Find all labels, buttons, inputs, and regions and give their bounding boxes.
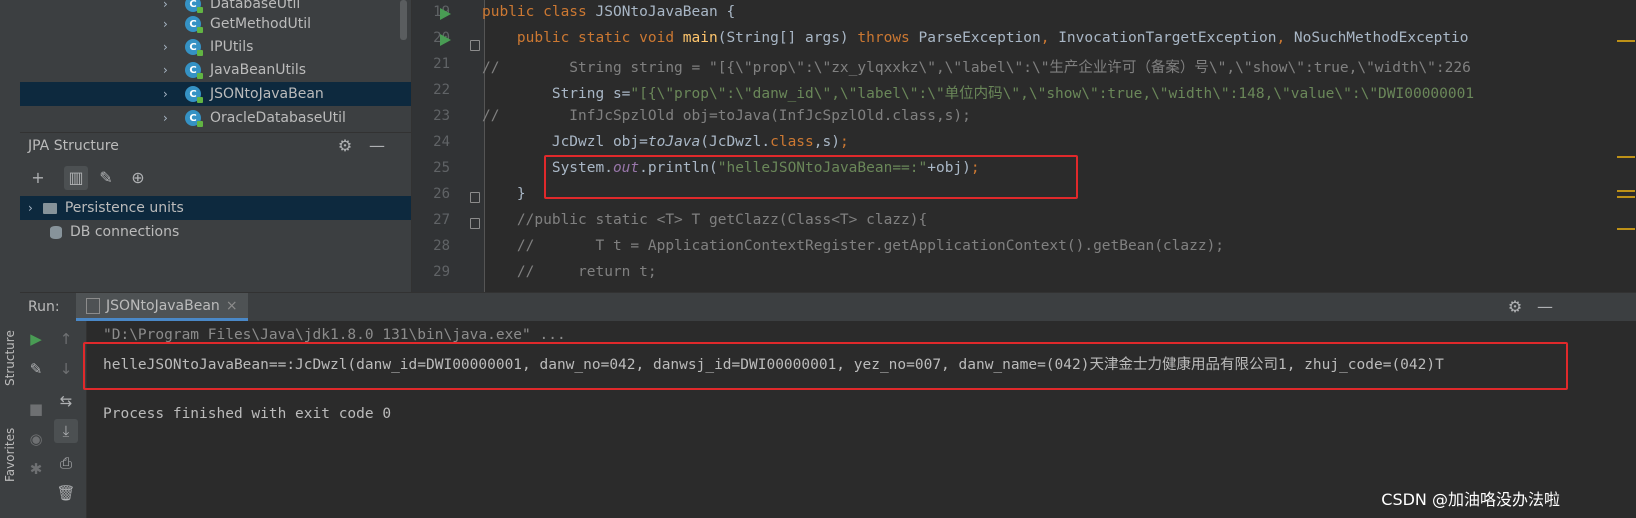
chevron-right-icon[interactable]: › [163, 0, 175, 11]
class-icon: C [185, 110, 203, 127]
stop-icon[interactable]: ■ [24, 397, 48, 421]
line-number: 21 [433, 56, 450, 72]
tree-item-label: JSONtoJavaBean [210, 86, 324, 102]
down-arrow-icon[interactable]: ↓ [54, 357, 78, 381]
wrench-icon[interactable]: ✎ [24, 357, 48, 381]
fold-icon[interactable] [470, 218, 480, 229]
line-number: 22 [433, 82, 450, 98]
debug-icon[interactable]: ✱ [24, 457, 48, 481]
chevron-right-icon[interactable]: › [163, 87, 175, 101]
minimize-icon[interactable]: — [368, 137, 386, 155]
code-line: // String string = "[{\"prop\":\"zx_ylqx… [482, 60, 1471, 76]
fold-icon[interactable] [470, 192, 480, 203]
tree-item[interactable]: › C GetMethodUtil [20, 12, 411, 36]
line-number: 29 [433, 264, 450, 280]
code-line: // InfJcSpzlOld obj=toJava(InfJcSpzlOld.… [482, 108, 971, 124]
tree-item-selected[interactable]: › C JSONtoJavaBean [20, 82, 411, 106]
chevron-right-icon[interactable]: › [163, 63, 175, 77]
run-tool-window-header: Run: JSONtoJavaBean × ⚙ — [20, 292, 1636, 322]
editor-gutter: 19 20 21 22 23 24 25 26 27 28 29 [412, 0, 485, 302]
line-number: 23 [433, 108, 450, 124]
error-stripe-marker[interactable] [1617, 228, 1635, 230]
jpa-item-persistence-units[interactable]: › Persistence units [20, 196, 411, 220]
up-arrow-icon[interactable]: ↑ [54, 327, 78, 351]
code-line: public static void main(String[] args) t… [516, 30, 1469, 46]
line-number: 25 [433, 160, 450, 176]
file-icon [86, 297, 100, 314]
error-stripe-marker[interactable] [1617, 40, 1635, 42]
run-toolbar: ▶ ↑ ✎ ↓ ■ ⇆ ⤓ ◉ ✱ ⎙ 🗑 [20, 321, 87, 518]
jpa-item-db-connections[interactable]: DB connections [20, 220, 411, 244]
code-line: } [482, 186, 526, 202]
tab-run-config[interactable]: JSONtoJavaBean × [76, 293, 248, 321]
code-editor[interactable]: 19 20 21 22 23 24 25 26 27 28 29 public … [411, 0, 1636, 302]
class-icon: C [185, 86, 203, 103]
tree-item-label: OracleDatabaseUtil [210, 110, 346, 126]
gear-icon[interactable]: ⚙ [1506, 298, 1524, 316]
chevron-right-icon[interactable]: › [163, 111, 175, 125]
tree-item-label: IPUtils [210, 39, 254, 55]
tree-item-label: JavaBeanUtils [210, 62, 307, 78]
jpa-item-label: DB connections [70, 224, 180, 240]
console-exit-line: Process finished with exit code 0 [103, 406, 392, 422]
tree-item-label: DatabaseUtil [210, 0, 301, 12]
minimize-icon[interactable]: — [1536, 298, 1554, 316]
chevron-right-icon[interactable]: › [28, 201, 33, 215]
target-icon[interactable]: ⊕ [126, 166, 150, 190]
jpa-item-label: Persistence units [64, 200, 184, 216]
print-icon[interactable]: ⎙ [54, 451, 78, 475]
jpa-structure-panel: JPA Structure ⚙ — + ▥ ✎ ⊕ › Persistence … [20, 132, 411, 303]
trash-icon[interactable]: 🗑 [54, 481, 78, 505]
code-highlight-box [544, 155, 1078, 199]
line-number: 28 [433, 238, 450, 254]
tree-item-label: GetMethodUtil [210, 16, 311, 32]
run-label: Run: [28, 299, 60, 315]
tree-item[interactable]: › C OracleDatabaseUtil [20, 106, 411, 130]
soft-wrap-icon[interactable]: ⇆ [54, 389, 78, 413]
left-tool-strip: Structure Favorites [0, 0, 21, 518]
error-stripe-marker[interactable] [1617, 190, 1635, 192]
line-number: 26 [433, 186, 450, 202]
class-icon: C [185, 0, 203, 13]
line-number: 27 [433, 212, 450, 228]
jpa-header: JPA Structure ⚙ — [20, 133, 411, 159]
close-icon[interactable]: × [226, 298, 238, 314]
scroll-to-end-icon[interactable]: ⤓ [54, 419, 78, 443]
code-line: JcDwzl obj=toJava(JcDwzl.class,s); [482, 134, 849, 150]
class-icon: C [185, 16, 203, 33]
folder-icon [42, 202, 57, 214]
rerun-icon[interactable]: ▶ [24, 327, 48, 351]
database-icon [50, 225, 62, 239]
chevron-right-icon[interactable]: › [163, 40, 175, 54]
gear-icon[interactable]: ⚙ [336, 137, 354, 155]
project-tree: › C DatabaseUtil › C GetMethodUtil › C I… [20, 0, 411, 132]
jpa-title: JPA Structure [28, 138, 119, 154]
tree-item[interactable]: › C JavaBeanUtils [20, 58, 411, 82]
error-stripe-marker[interactable] [1617, 156, 1635, 158]
code-line: //public static <T> T getClazz(Class<T> … [482, 212, 928, 228]
console-command-line: "D:\Program Files\Java\jdk1.8.0_131\bin\… [103, 327, 566, 343]
columns-icon[interactable]: ▥ [64, 166, 88, 190]
code-line: public class JSONtoJavaBean { [482, 4, 736, 20]
tree-scrollbar[interactable] [400, 0, 407, 40]
tree-item[interactable]: › C IPUtils [20, 35, 411, 59]
class-icon: C [185, 62, 203, 79]
add-icon[interactable]: + [26, 166, 50, 190]
class-icon: C [185, 39, 203, 56]
line-number: 24 [433, 134, 450, 150]
fold-icon[interactable] [470, 40, 480, 51]
run-gutter-icon[interactable] [440, 34, 451, 46]
camera-icon[interactable]: ◉ [24, 427, 48, 451]
error-stripe-marker[interactable] [1617, 196, 1635, 198]
code-line: // T t = ApplicationContextRegister.getA… [482, 238, 1225, 254]
jpa-toolbar: + ▥ ✎ ⊕ [20, 163, 411, 193]
code-line: // return t; [482, 264, 657, 280]
run-gutter-icon[interactable] [440, 8, 451, 20]
watermark: CSDN @加油咯没办法啦 [1381, 490, 1560, 509]
wrench-icon[interactable]: ✎ [94, 166, 118, 190]
chevron-right-icon[interactable]: › [163, 17, 175, 31]
run-tab-label: JSONtoJavaBean [106, 297, 220, 314]
output-highlight-box [83, 342, 1568, 390]
code-line: String s="[{\"prop\":\"danw_id\",\"label… [482, 86, 1475, 102]
